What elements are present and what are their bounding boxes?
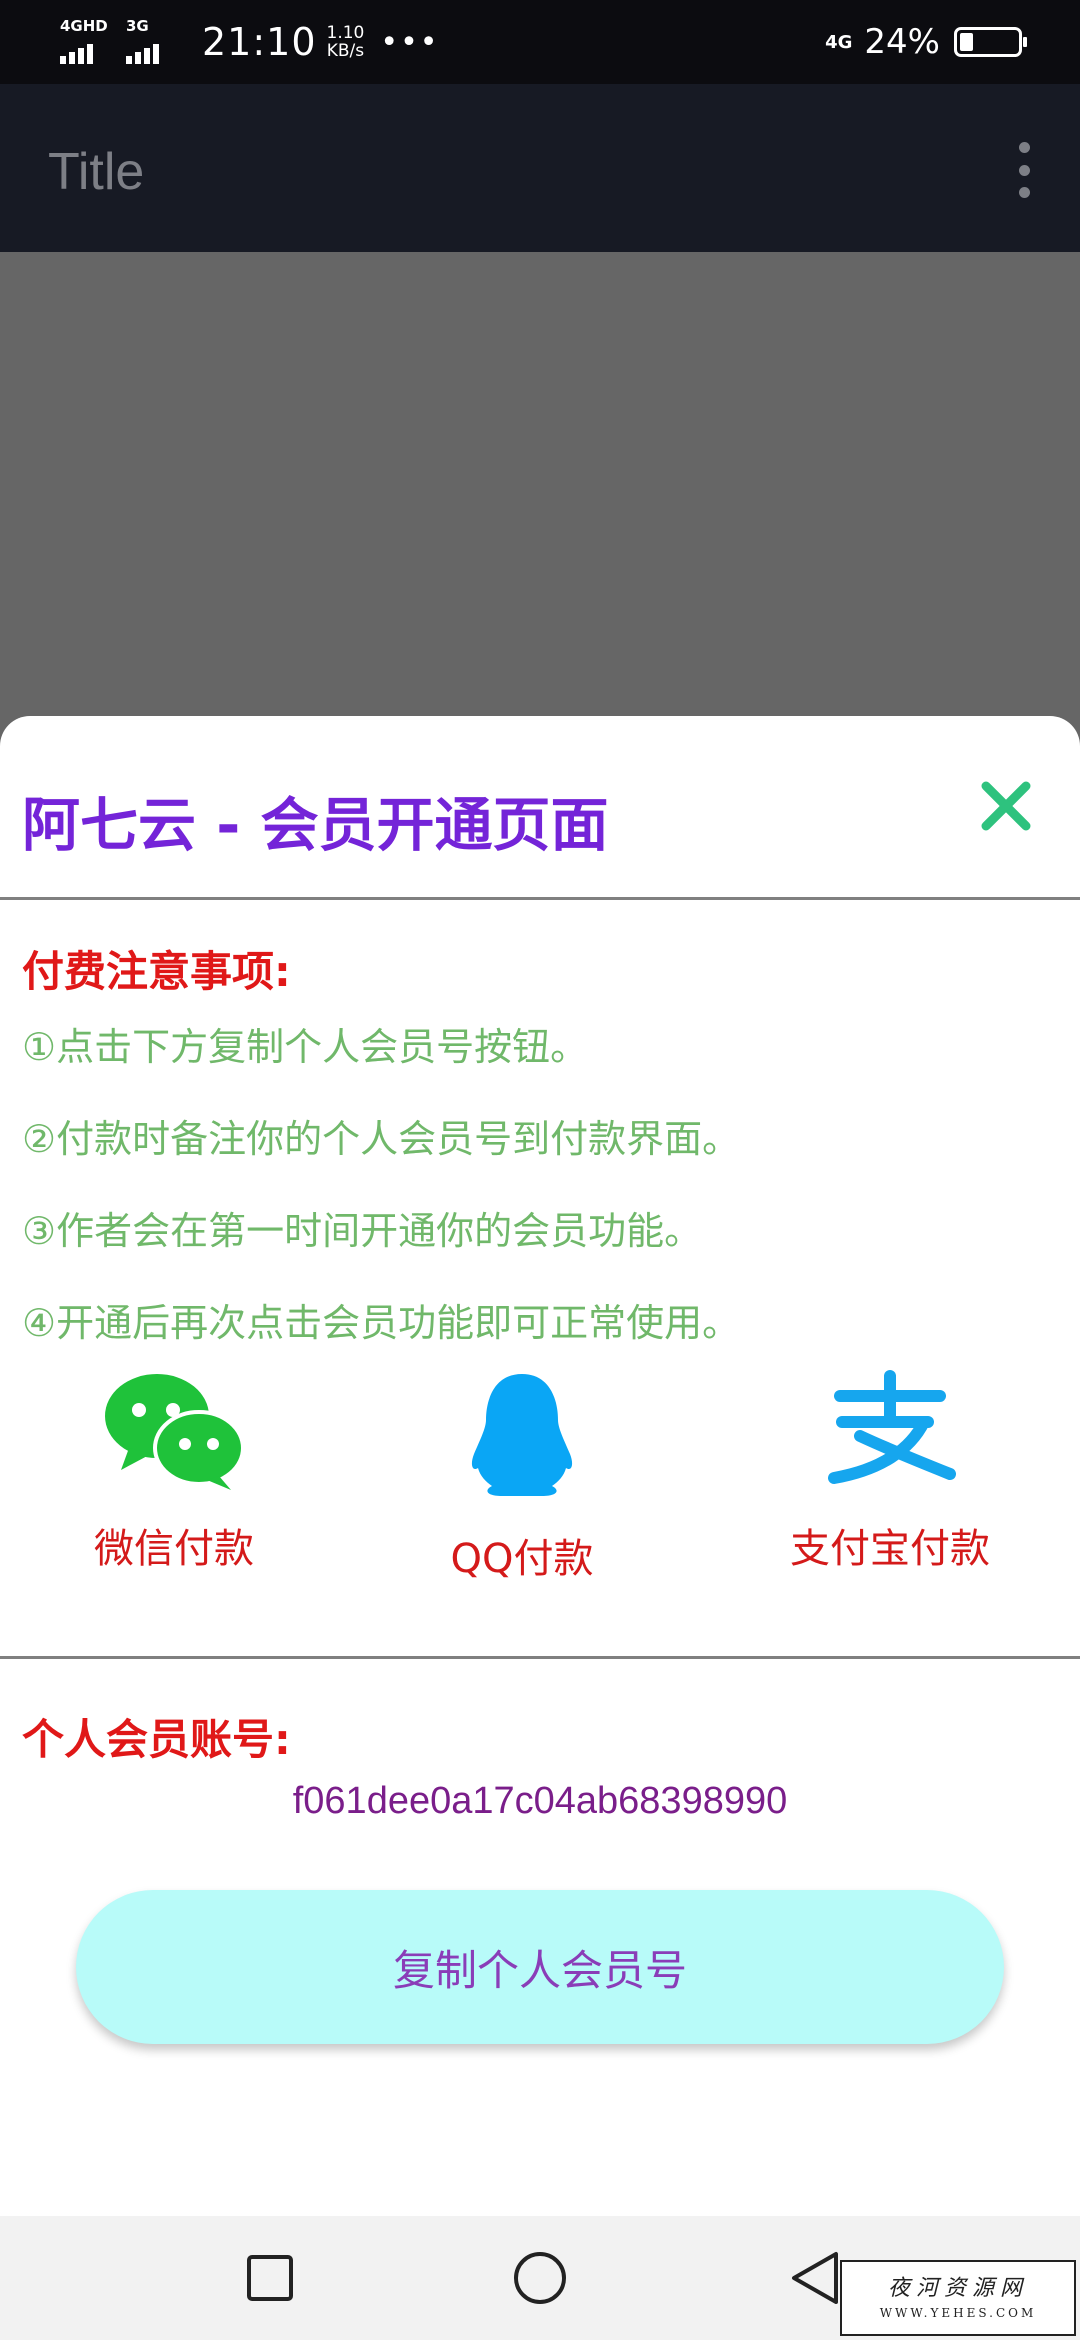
alipay-icon <box>740 1370 1040 1494</box>
more-notifications-icon: ••• <box>380 24 440 60</box>
dialog-title: 阿七云 - 会员开通页面 <box>22 791 609 859</box>
network-speed: 1.10 KB/s <box>327 24 365 60</box>
notice-step: ①点击下方复制个人会员号按钮。 <box>22 1025 589 1069</box>
watermark-logo: 夜河资源网 WWW.YEHES.COM <box>840 2260 1076 2336</box>
notice-step: ③作者会在第一时间开通你的会员功能。 <box>22 1209 703 1253</box>
watermark-url: WWW.YEHES.COM <box>879 2306 1037 2320</box>
network-4g-indicator: 4GHD <box>60 14 120 70</box>
status-bar: 4GHD 3G 21:10 1.10 KB/s ••• 4G 24% <box>0 0 1080 84</box>
divider <box>0 1656 1080 1659</box>
qq-penguin-icon <box>372 1370 672 1504</box>
app-title: Title <box>48 143 145 201</box>
notice-step: ②付款时备注你的个人会员号到付款界面。 <box>22 1117 741 1161</box>
qq-pay-label: QQ付款 <box>450 1536 594 1582</box>
battery-percent: 24% <box>864 22 940 62</box>
notice-heading: 付费注意事项: <box>22 947 291 996</box>
alipay-pay-label: 支付宝付款 <box>790 1526 990 1572</box>
notice-step: ④开通后再次点击会员功能即可正常使用。 <box>22 1301 741 1345</box>
app-bar: Title <box>0 84 1080 252</box>
qq-pay-option[interactable]: QQ付款 <box>372 1370 672 1584</box>
system-nav-bar: 夜河资源网 WWW.YEHES.COM <box>0 2216 1080 2340</box>
alipay-pay-option[interactable]: 支付宝付款 <box>740 1370 1040 1574</box>
network-label: 4GHD <box>60 17 108 35</box>
battery-fill <box>960 33 973 51</box>
battery-icon <box>954 27 1027 57</box>
signal-bars-icon <box>126 44 159 64</box>
account-heading: 个人会员账号: <box>22 1715 291 1764</box>
network-3g-indicator: 3G <box>126 14 186 70</box>
square-icon[interactable] <box>234 2246 306 2310</box>
speed-value: 1.10 <box>326 23 365 43</box>
close-icon[interactable] <box>976 776 1036 836</box>
wechat-pay-option[interactable]: 微信付款 <box>24 1370 324 1574</box>
network-label: 3G <box>126 17 149 35</box>
wechat-icon <box>24 1370 324 1494</box>
more-vert-icon[interactable] <box>1004 142 1044 198</box>
data-signal-indicator: 4G <box>825 31 853 53</box>
account-id: f061dee0a17c04ab68398990 <box>292 1780 788 1822</box>
watermark-text: 夜河资源网 <box>887 2276 1028 2301</box>
copy-account-button[interactable]: 复制个人会员号 <box>76 1890 1004 2044</box>
circle-icon[interactable] <box>504 2246 576 2310</box>
divider <box>0 897 1080 900</box>
signal-bars-icon <box>60 44 93 64</box>
membership-dialog: 阿七云 - 会员开通页面 付费注意事项: ①点击下方复制个人会员号按钮。 ②付款… <box>0 716 1080 2216</box>
speed-unit: KB/s <box>326 41 365 61</box>
wechat-pay-label: 微信付款 <box>94 1526 254 1572</box>
clock: 21:10 <box>202 20 317 64</box>
